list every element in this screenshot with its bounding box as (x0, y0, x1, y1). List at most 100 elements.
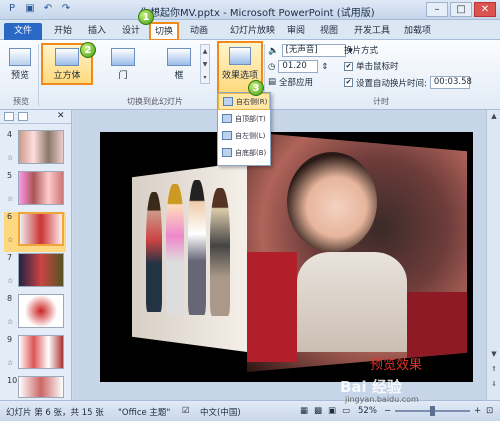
clock-icon: ◷ (268, 61, 276, 72)
auto-time-input[interactable]: 00:03.58 (429, 76, 472, 89)
duration-row: ◷ 01.20 ⇕ (268, 60, 329, 73)
scroll-up-icon[interactable]: ▲ (489, 112, 499, 120)
preview-button[interactable]: 预览 (6, 48, 34, 81)
prev-slide-icon[interactable]: ⇑ (489, 365, 499, 373)
tab-animations[interactable]: 动画 (186, 23, 212, 40)
sound-row: 🔈 [无声音] ▾ (268, 44, 353, 57)
slides-panel: ✕ 4 ☆ 5 ☆ 6 ☆ 7 ☆ 8 ☆ 9 ☆ 10 (0, 110, 72, 400)
effect-option-from-top[interactable]: 自顶部(T) (218, 110, 270, 127)
save-icon[interactable]: ▣ (24, 3, 36, 15)
effect-option-from-bottom[interactable]: 自底部(B) (218, 144, 270, 161)
duration-input[interactable]: 01.20 (278, 60, 319, 73)
transition-star-icon: ☆ (7, 359, 14, 367)
slide-number: 7 (7, 253, 13, 262)
tab-transitions[interactable]: 切换 (148, 22, 180, 41)
effect-option-label: 自左侧(L) (235, 131, 266, 140)
slides-tab-icon[interactable] (4, 112, 14, 121)
spinner-icon[interactable]: ⇕ (321, 62, 328, 72)
transition-gallery: 立方体 门 框 (40, 43, 210, 86)
advance-title: 换片方式 (344, 46, 379, 56)
step-badge-2: 2 (80, 42, 96, 58)
from-bottom-icon (222, 148, 232, 157)
transition-box[interactable]: 框 (154, 44, 204, 84)
step-badge-1: 1 (138, 9, 154, 25)
maximize-button[interactable]: □ (450, 2, 472, 17)
apply-all-row: ▤ 全部应用 (268, 76, 313, 88)
slide-preview (18, 171, 64, 205)
gift-box (407, 292, 467, 362)
zoom-out-icon[interactable]: − (384, 406, 391, 416)
slide-preview (18, 335, 64, 369)
effect-option-from-right[interactable]: 自右侧(R) (218, 93, 270, 110)
next-slide-icon[interactable]: ⇓ (489, 380, 499, 388)
group-separator (38, 44, 39, 106)
close-button[interactable]: ✕ (474, 2, 496, 17)
slide-thumbnail[interactable]: 5 ☆ (4, 171, 66, 211)
box-transition-icon (167, 48, 191, 66)
effect-option-label: 自底部(B) (235, 148, 267, 157)
tab-addins[interactable]: 加载项 (400, 23, 435, 40)
sound-select[interactable]: [无声音] (281, 44, 346, 57)
tab-home[interactable]: 开始 (50, 23, 76, 40)
gift-box (247, 252, 297, 362)
slide-thumbnail[interactable]: 8 ☆ (4, 294, 66, 334)
transition-door[interactable]: 门 (98, 44, 148, 84)
spellcheck-icon[interactable]: ☑ (182, 406, 190, 416)
group-label-preview: 预览 (13, 97, 29, 106)
from-left-icon (222, 131, 232, 140)
cube-right-face (247, 132, 467, 372)
group-label-timing: 计时 (373, 97, 389, 106)
vertical-scrollbar[interactable]: ▲ ▼ ⇑ ⇓ (486, 110, 500, 400)
slide-number: 9 (7, 335, 13, 344)
fit-slide-icon[interactable]: ⊡ (486, 406, 493, 416)
tab-insert[interactable]: 插入 (84, 23, 110, 40)
on-click-label: 单击鼠标时 (356, 62, 399, 72)
tab-view[interactable]: 视图 (316, 23, 342, 40)
on-click-checkbox[interactable]: ✔ (344, 61, 353, 71)
undo-icon[interactable]: ↶ (42, 3, 54, 15)
zoom-level[interactable]: 52% (358, 406, 377, 416)
slide-preview (18, 253, 64, 287)
portrait-face (287, 152, 377, 252)
tab-developer[interactable]: 开发工具 (350, 23, 394, 40)
effect-option-label: 自右侧(R) (236, 97, 268, 106)
zoom-in-icon[interactable]: + (474, 406, 481, 416)
transition-star-icon: ☆ (7, 318, 14, 326)
door-transition-icon (111, 48, 135, 66)
slideshow-view-icon[interactable]: ▭ (342, 406, 350, 416)
tab-file[interactable]: 文件 (4, 23, 42, 40)
reading-view-icon[interactable]: ▣ (328, 406, 336, 416)
zoom-slider-thumb[interactable] (430, 406, 435, 416)
tab-review[interactable]: 审阅 (283, 23, 309, 40)
scroll-down-icon[interactable]: ▼ (489, 350, 499, 358)
effect-options-icon (229, 47, 251, 65)
gallery-scroll[interactable]: ▲ ▼ ▾ (200, 44, 210, 84)
slide-preview (18, 376, 64, 398)
cube-left-face (132, 162, 247, 352)
redo-icon[interactable]: ↷ (60, 3, 72, 15)
slide-thumbnail-selected[interactable]: 6 ☆ (4, 212, 66, 252)
close-icon[interactable]: ✕ (57, 112, 67, 121)
current-slide[interactable]: 预览效果 (100, 132, 473, 382)
outline-tab-icon[interactable] (18, 112, 28, 121)
slide-editing-area: 预览效果 (73, 110, 486, 400)
title-bar: P ▣ ↶ ↷ 你想起你MV.pptx - Microsoft PowerPoi… (0, 0, 500, 20)
sorter-view-icon[interactable]: ▩ (314, 406, 322, 416)
status-bar: 幻灯片 第 6 张，共 15 张 "Office 主题" ☑ 中文(中国) ▦ … (0, 400, 500, 421)
window-title: 你想起你MV.pptx - Microsoft PowerPoint (试用版) (140, 8, 375, 19)
slide-thumbnail[interactable]: 4 ☆ (4, 130, 66, 170)
from-top-icon (222, 114, 232, 123)
effect-option-from-left[interactable]: 自左侧(L) (218, 127, 270, 144)
slide-thumbnail[interactable]: 7 ☆ (4, 253, 66, 293)
person-figure (166, 184, 184, 314)
tab-design[interactable]: 设计 (118, 23, 144, 40)
slide-thumbnail[interactable]: 9 ☆ (4, 335, 66, 375)
tab-slideshow[interactable]: 幻灯片放映 (226, 23, 279, 40)
auto-after-checkbox[interactable]: ✔ (344, 78, 353, 87)
minimize-button[interactable]: – (426, 2, 448, 17)
normal-view-icon[interactable]: ▦ (300, 406, 308, 416)
apply-all-button[interactable]: 全部应用 (279, 76, 313, 88)
person-figure (188, 180, 206, 315)
quick-access-toolbar: P ▣ ↶ ↷ (6, 3, 72, 15)
slide-preview (18, 130, 64, 164)
